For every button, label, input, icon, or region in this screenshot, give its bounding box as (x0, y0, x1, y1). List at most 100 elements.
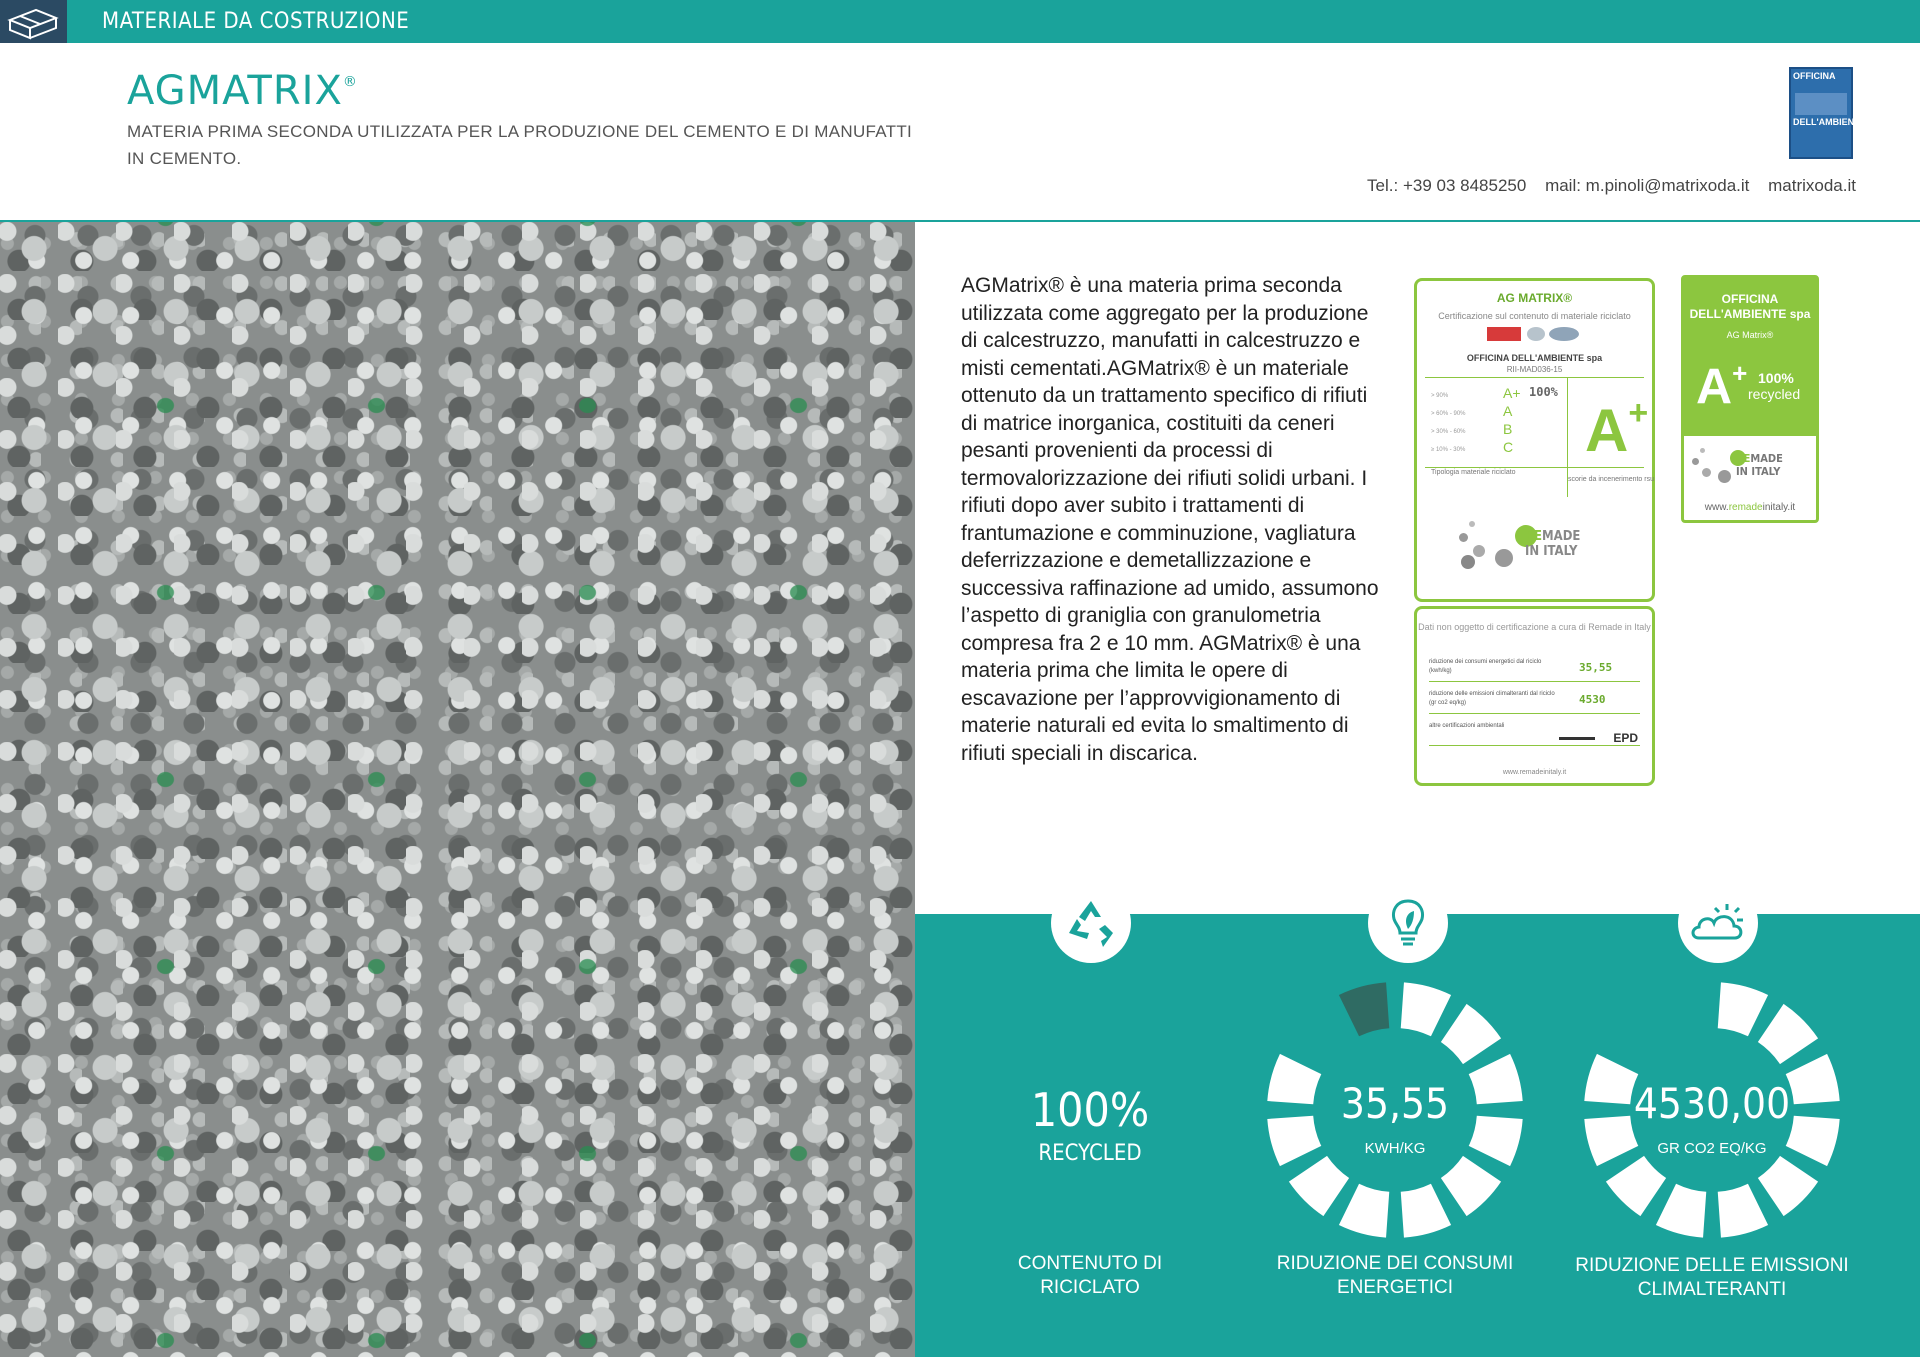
remade-italy: IN ITALY (1525, 544, 1578, 559)
certificate-company: OFFICINA DELL'AMBIENTE spa (1466, 353, 1603, 363)
grade-label: C (1503, 439, 1514, 455)
material-type-value: scorie da incenerimento rsu (1568, 476, 1654, 483)
ring-segment (1655, 1183, 1707, 1238)
material-type-label: Tipologia materiale riciclato (1431, 469, 1516, 476)
label-recycled: recycled (1748, 386, 1801, 402)
epd-logo: EPD (1613, 731, 1638, 745)
ring-segment (1717, 982, 1769, 1037)
stat-recycled-unit: RECYCLED (1038, 1141, 1142, 1166)
data-row-label: riduzione dei consumi energetici dal ric… (1429, 659, 1542, 674)
certificate-title: AG MATRIX® (1496, 291, 1573, 305)
rating-plus: + (1628, 394, 1649, 432)
stat-label-line: CLIMALTERANTI (1637, 1279, 1787, 1300)
epd-bar (1559, 737, 1595, 740)
bricks-icon-box (0, 0, 67, 43)
ring-segment (1338, 982, 1390, 1037)
cert-badge-icon (1487, 327, 1521, 341)
label-rating-letter: A (1696, 358, 1733, 415)
stat-emissions-label: RIDUZIONE DELLE EMISSIONI CLIMALTERANTI (1562, 1254, 1862, 1302)
data-row: riduzione delle emissioni climalteranti … (1429, 687, 1640, 714)
stat-recycled-label: CONTENUTO DI RICICLATO (990, 1252, 1190, 1300)
ring-segment (1400, 982, 1452, 1037)
data-row: riduzione dei consumi energetici dal ric… (1429, 655, 1640, 682)
ring-segment (1757, 1155, 1819, 1217)
recycled-percent: 100% (1529, 385, 1558, 399)
threshold-label: ≥ 10% - 30% (1431, 447, 1466, 453)
officina-dell-ambiente-logo: OFFICINA DELL'AMBIENTE (1789, 67, 1866, 159)
certification-badges (1487, 327, 1587, 341)
ring-segment (1440, 1155, 1502, 1217)
gravel-photo-glass-overlay (0, 222, 915, 1357)
rating-letter: A (1585, 397, 1629, 464)
url-suffix: initaly.it (1762, 502, 1796, 513)
stat-emissions-value: 4530,00 (1633, 1079, 1791, 1128)
cert-seal-icon (1527, 327, 1545, 341)
remade-url[interactable]: www.remadeinitaly.it (1417, 769, 1652, 776)
remade-made: MADE (1542, 529, 1581, 544)
lightbulb-leaf-icon (1392, 899, 1424, 946)
panel-title: Dati non oggetto di certificazione a cur… (1418, 622, 1651, 632)
cloud-sun-icon (1691, 904, 1743, 940)
recycle-icon-circle (1051, 883, 1131, 963)
grade-label: A+ (1503, 385, 1521, 401)
product-name: AGMATRIX (127, 68, 343, 114)
threshold-label: > 30% - 60% (1431, 429, 1466, 435)
certificate-subtitle: Certificazione sul contenuto di material… (1438, 311, 1631, 321)
remade-italy: IN ITALY (1736, 465, 1781, 478)
section-title: MATERIALE DA COSTRUZIONE (102, 9, 410, 34)
url-prefix: www. (1704, 502, 1729, 513)
data-row-value: 35,55 (1579, 661, 1613, 674)
stat-energy-value: 35,55 (1340, 1079, 1450, 1128)
threshold-label: > 60% - 90% (1431, 411, 1466, 417)
recycled-content-certificate: AG MATRIX® Certificazione sul contenuto … (1414, 278, 1655, 602)
product-description: AGMatrix® è una materia prima seconda ut… (961, 274, 1379, 765)
contact-email[interactable]: mail: m.pinoli@matrixoda.it (1545, 176, 1749, 195)
remade-re: RE (1525, 529, 1542, 544)
data-row-label: riduzione delle emissioni climalteranti … (1429, 691, 1555, 706)
accredia-icon (1549, 327, 1579, 341)
stat-energy-label: RIDUZIONE DEI CONSUMI ENERGETICI (1255, 1252, 1535, 1300)
product-subtitle: MATERIA PRIMA SECONDA UTILIZZATA PER LA … (127, 122, 913, 168)
bricks-icon (7, 8, 59, 40)
divider (1425, 377, 1644, 378)
ring-segment (1288, 1155, 1350, 1217)
ring-segment (1605, 1155, 1667, 1217)
data-row-value: 4530 (1579, 693, 1606, 706)
remade-made: MADE (1750, 452, 1783, 465)
logo-line1: OFFICINA (1793, 71, 1836, 81)
grade-label: B (1503, 421, 1513, 437)
remade-label-card: OFFICINA DELL'AMBIENTE spa AG Matrix® A+… (1681, 275, 1819, 523)
recycle-icon (1069, 901, 1113, 947)
stat-label-line: RIDUZIONE DEI CONSUMI (1276, 1253, 1514, 1274)
remade-re: RE (1736, 452, 1751, 465)
non-certified-data-panel: Dati non oggetto di certificazione a cur… (1414, 606, 1655, 786)
stat-label-line: RIDUZIONE DELLE EMISSIONI (1575, 1255, 1849, 1276)
stat-emissions-unit: GR CO2 EQ/KG (1657, 1140, 1767, 1157)
certificate-code: RII-MAD036-15 (1506, 365, 1563, 374)
stat-label-line: ENERGETICI (1336, 1277, 1454, 1298)
remade-url[interactable]: www.remadeinitaly.it (1684, 502, 1816, 513)
stat-label-line: RICICLATO (1040, 1277, 1140, 1298)
logo-graphic (1795, 93, 1847, 115)
grade-label: A (1503, 403, 1513, 419)
contact-website[interactable]: matrixoda.it (1768, 176, 1856, 195)
top-bar: MATERIALE DA COSTRUZIONE (0, 0, 1920, 43)
rating-badge: A+ (1585, 389, 1648, 461)
data-row: altre certificazioni ambientali (1429, 719, 1640, 746)
product-title: AGMATRIX® (127, 68, 358, 114)
label-product: AG Matrix® (1726, 330, 1774, 340)
cloud-icon-circle (1678, 883, 1758, 963)
label-percent: 100% (1758, 370, 1794, 386)
stat-energy-unit: KWH/KG (1364, 1140, 1426, 1157)
ring-segment (1757, 1003, 1819, 1065)
stat-label-line: CONTENUTO DI (1017, 1253, 1163, 1274)
ring-segment (1338, 1183, 1390, 1238)
lightbulb-icon-circle (1368, 883, 1448, 963)
logo-line2: DELL'AMBIENTE (1793, 117, 1866, 127)
url-brand: remade (1728, 502, 1763, 513)
ring-segment (1717, 1183, 1769, 1238)
label-rating: A+ (1696, 352, 1747, 412)
ring-segment (1440, 1003, 1502, 1065)
contact-phone: Tel.: +39 03 8485250 (1367, 176, 1527, 195)
divider (1425, 467, 1644, 468)
